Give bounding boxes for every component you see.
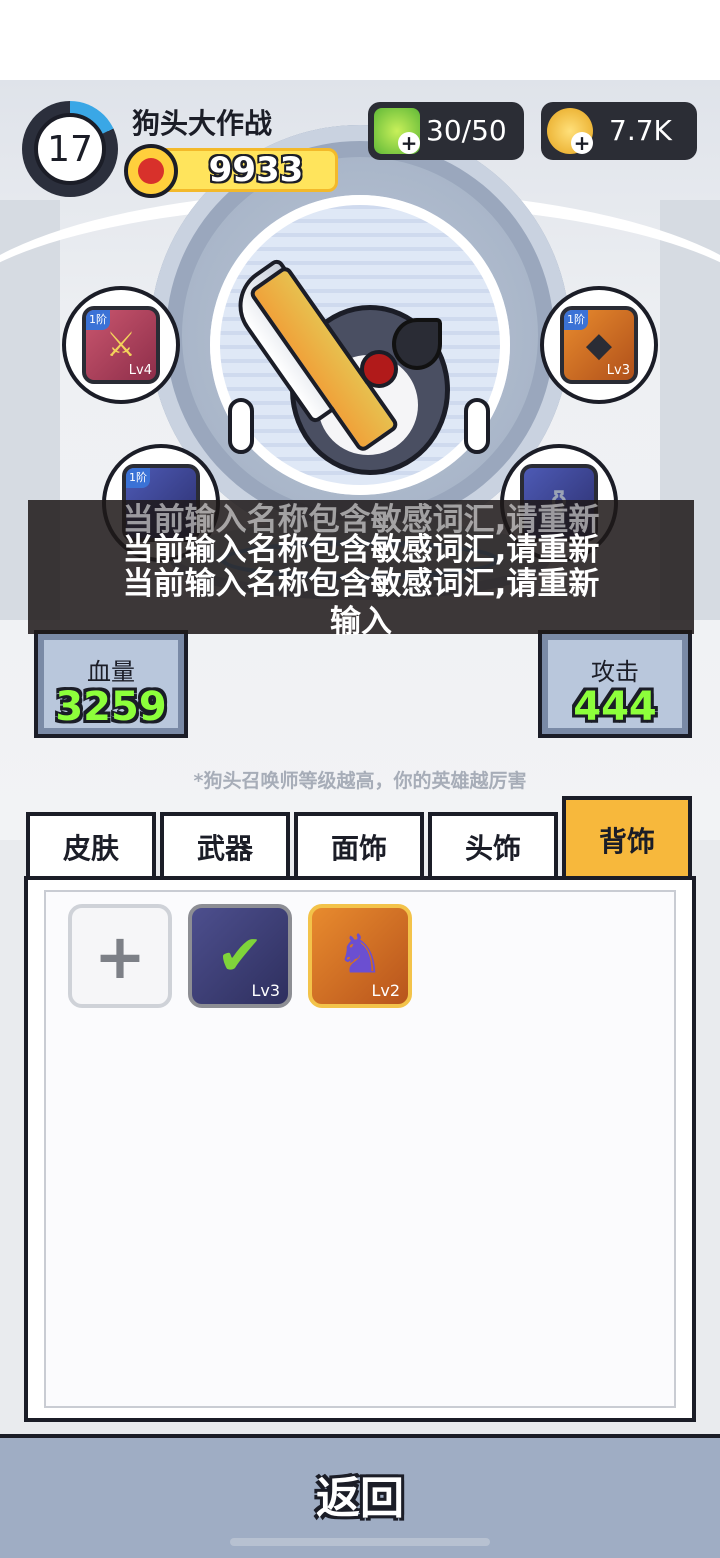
toast-line-2: 当前输入名称包含敏感词汇,请重新 <box>122 532 600 568</box>
coin-pill[interactable]: + 7.7K <box>541 102 697 160</box>
head-item-icon: ◆ 1阶 Lv3 <box>560 306 638 384</box>
sword-icon: ⚔ <box>105 325 137 365</box>
power-value: 9933 <box>208 150 304 190</box>
toast-line-4: 输入 <box>330 604 392 640</box>
weapon-slot[interactable]: ⚔ 1阶 Lv4 <box>62 286 180 404</box>
weapon-level: Lv4 <box>128 363 152 378</box>
inventory-item-level: Lv3 <box>251 981 280 1000</box>
energy-value: 30/50 <box>426 114 507 147</box>
weapon-item-icon: ⚔ 1阶 Lv4 <box>82 306 160 384</box>
coin-value: 7.7K <box>609 114 672 147</box>
player-level: 17 <box>34 113 106 185</box>
attack-stat-inner: 攻击 444 <box>548 640 682 730</box>
horn-icon: ◆ <box>585 325 613 365</box>
inventory-item-level: Lv2 <box>371 981 400 1000</box>
hint-text: *狗头召唤师等级越高，你的英雄越厉害 <box>193 770 527 792</box>
tab-backwear[interactable]: 背饰 <box>562 796 692 880</box>
add-item-button[interactable]: + <box>68 904 172 1008</box>
back-button[interactable]: 返回 <box>0 1462 720 1526</box>
attack-stat-box: 攻击 444 <box>538 630 692 738</box>
inventory-item[interactable]: ✔ Lv3 <box>188 904 292 1008</box>
slot-connector-left <box>228 398 254 454</box>
energy-pill[interactable]: + 30/50 <box>368 102 524 160</box>
tab-face[interactable]: 面饰 <box>294 812 424 878</box>
check-icon: ✔ <box>216 923 264 989</box>
hp-value: 3259 <box>55 684 167 730</box>
head-slot[interactable]: ◆ 1阶 Lv3 <box>540 286 658 404</box>
hp-stat-box: 血量 3259 <box>34 630 188 738</box>
lower-left-tier-badge: 1阶 <box>126 468 150 488</box>
home-indicator <box>230 1538 490 1546</box>
tab-weapon[interactable]: 武器 <box>160 812 290 878</box>
tab-skin[interactable]: 皮肤 <box>26 812 156 878</box>
add-coin-icon[interactable]: + <box>571 132 593 154</box>
error-toast: 当前输入名称包含敏感词汇,请重新 当前输入名称包含敏感词汇,请重新 当前输入名称… <box>28 500 694 640</box>
hood-icon: ♞ <box>335 922 385 986</box>
head-tier-badge: 1阶 <box>564 310 588 330</box>
hp-label: 血量 <box>87 658 135 686</box>
player-name: 狗头大作战 <box>132 107 273 140</box>
toast-line-3: 当前输入名称包含敏感词汇,请重新 <box>122 566 600 602</box>
hp-stat-inner: 血量 3259 <box>44 640 178 730</box>
inventory-item[interactable]: ♞ Lv2 <box>308 904 412 1008</box>
add-energy-icon[interactable]: + <box>398 132 420 154</box>
attack-label: 攻击 <box>591 658 639 686</box>
level-ring[interactable]: 17 <box>22 101 118 197</box>
weapon-tier-badge: 1阶 <box>86 310 110 330</box>
slot-connector-right <box>464 398 490 454</box>
hero-horn <box>392 318 442 370</box>
attack-value: 444 <box>573 684 657 730</box>
head-level: Lv3 <box>606 363 630 378</box>
tab-headwear[interactable]: 头饰 <box>428 812 558 878</box>
boxing-glove-icon <box>124 144 178 198</box>
